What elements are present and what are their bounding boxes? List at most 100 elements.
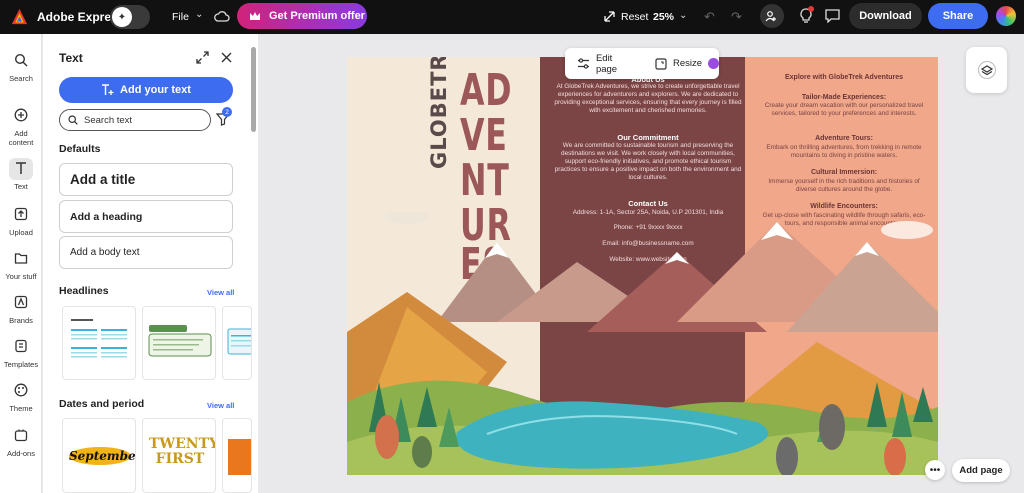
- panel-scrollbar-thumb[interactable]: [251, 47, 256, 132]
- rail-label: Templates: [3, 360, 39, 369]
- globetrek-title[interactable]: GLOBETREK: [427, 57, 451, 169]
- date-template-thumb[interactable]: [222, 418, 252, 493]
- folder-icon: [14, 252, 28, 264]
- add-text-icon: [102, 84, 114, 95]
- resize-label: Resize: [672, 58, 702, 69]
- filter-count-badge: 2: [222, 107, 232, 117]
- adobe-express-logo-icon[interactable]: [11, 8, 28, 25]
- expand-icon[interactable]: [196, 51, 209, 64]
- add-text-label: Add your text: [120, 84, 191, 96]
- headlines-heading: Headlines: [59, 285, 109, 297]
- adventures-line[interactable]: AD: [460, 69, 512, 113]
- rail-label: Your stuff: [5, 272, 37, 281]
- chevron-down-icon[interactable]: ⌄: [195, 9, 203, 20]
- tailor-heading[interactable]: Tailor-Made Experiences:: [759, 94, 929, 101]
- adventure-text[interactable]: Embark on thrilling adventures, from tre…: [759, 144, 929, 160]
- left-rail: Search Add content Text Upload Your stuf…: [0, 34, 42, 493]
- headlines-view-all-link[interactable]: View all: [207, 288, 234, 297]
- rail-item-brands[interactable]: Brands: [0, 292, 42, 325]
- get-premium-button[interactable]: Get Premium offer: [237, 3, 367, 29]
- text-panel: Text Add your text Search text 2 Default…: [43, 34, 258, 493]
- resize-button[interactable]: Resize: [655, 57, 719, 70]
- redo-icon[interactable]: ↷: [731, 9, 742, 25]
- adventure-heading[interactable]: Adventure Tours:: [759, 135, 929, 142]
- layers-button[interactable]: [966, 47, 1007, 93]
- page-actions-toolbar: Edit page Resize: [565, 48, 719, 79]
- tailor-text[interactable]: Create your dream vacation with our pers…: [759, 102, 929, 118]
- rail-label: Brands: [9, 316, 33, 325]
- cloud-shape: [881, 221, 933, 239]
- edit-page-label: Edit page: [595, 52, 618, 75]
- rail-item-add-content[interactable]: Add content: [0, 105, 42, 147]
- rail-item-search[interactable]: Search: [0, 50, 42, 83]
- comment-icon[interactable]: [825, 9, 840, 23]
- resize-icon: [655, 57, 667, 70]
- edit-page-button[interactable]: Edit page: [577, 53, 636, 75]
- more-icon: •••: [929, 464, 941, 476]
- add-page-button[interactable]: Add page: [952, 459, 1010, 482]
- premium-crown-icon: [708, 58, 719, 69]
- rail-item-templates[interactable]: Templates: [0, 336, 42, 369]
- app-switcher-icon: ✦: [112, 7, 132, 27]
- headline-preview-2: [148, 325, 212, 357]
- rail-label: Theme: [9, 404, 33, 413]
- date-preview-block: [228, 439, 251, 475]
- add-your-text-button[interactable]: Add your text: [59, 77, 233, 103]
- text-icon: [16, 161, 26, 174]
- file-menu[interactable]: File: [172, 11, 189, 23]
- rail-item-text[interactable]: Text: [0, 158, 42, 191]
- contact-heading[interactable]: Contact Us: [553, 199, 743, 208]
- search-icon: [68, 115, 78, 125]
- about-text[interactable]: At GlobeTrek Adventures, we strive to cr…: [553, 83, 743, 115]
- add-body-text-card[interactable]: Add a body text: [59, 236, 233, 269]
- rail-item-theme[interactable]: Theme: [0, 380, 42, 413]
- more-options-button[interactable]: •••: [925, 460, 945, 480]
- reset-button[interactable]: Reset: [621, 11, 648, 23]
- commitment-heading[interactable]: Our Commitment: [553, 133, 743, 142]
- defaults-heading: Defaults: [59, 143, 101, 155]
- commitment-text[interactable]: We are committed to sustainable tourism …: [553, 142, 743, 182]
- date-template-thumb[interactable]: September: [62, 418, 136, 493]
- headline-preview-1: [71, 319, 127, 358]
- notification-dot: [808, 6, 814, 12]
- add-title-card[interactable]: Add a title: [59, 163, 233, 196]
- top-bar: Adobe Express ✦ File ⌄ Get Premium offer…: [0, 0, 1024, 34]
- plus-circle-icon: [14, 108, 28, 121]
- rail-item-add-ons[interactable]: Add-ons: [0, 425, 42, 458]
- rail-label: Add content: [8, 129, 34, 147]
- brochure-design[interactable]: GLOBETREK AD VE NT UR ES About Us At Glo…: [347, 57, 938, 475]
- sliders-icon: [577, 58, 589, 69]
- reset-icon[interactable]: [603, 10, 616, 23]
- cloud-icon[interactable]: [214, 9, 230, 23]
- adventures-line[interactable]: NT: [460, 159, 510, 203]
- headline-preview-3: [227, 328, 251, 355]
- mountain-landscape-illustration[interactable]: [347, 212, 938, 475]
- rail-item-your-stuff[interactable]: Your stuff: [0, 248, 42, 281]
- date-template-thumb[interactable]: TWENTY FIRST: [142, 418, 216, 493]
- close-icon[interactable]: [220, 51, 233, 64]
- dates-view-all-link[interactable]: View all: [207, 401, 234, 410]
- rail-item-upload[interactable]: Upload: [0, 204, 42, 237]
- share-button[interactable]: Share: [928, 3, 988, 29]
- app-switcher-toggle[interactable]: ✦: [110, 5, 150, 29]
- cultural-heading[interactable]: Cultural Immersion:: [759, 169, 929, 176]
- headline-template-thumb[interactable]: [142, 306, 216, 380]
- download-button[interactable]: Download: [849, 3, 922, 29]
- search-text-input[interactable]: Search text: [59, 109, 211, 131]
- adventures-line[interactable]: VE: [460, 114, 508, 158]
- user-avatar[interactable]: [996, 6, 1016, 26]
- undo-icon[interactable]: ↶: [704, 9, 715, 25]
- zoom-level[interactable]: 25%: [653, 11, 674, 23]
- panel-title: Text: [59, 51, 83, 65]
- rail-label: Search: [9, 74, 33, 83]
- wildlife-heading[interactable]: Wildlife Encounters:: [759, 203, 929, 210]
- zoom-chevron-down-icon[interactable]: ⌄: [679, 10, 687, 21]
- explore-heading[interactable]: Explore with GlobeTrek Adventures: [759, 74, 929, 81]
- collaborate-button[interactable]: [760, 4, 784, 28]
- cultural-text[interactable]: Immerse yourself in the rich traditions …: [759, 178, 929, 194]
- people-icon: [765, 11, 776, 22]
- add-heading-card[interactable]: Add a heading: [59, 200, 233, 233]
- premium-label: Get Premium offer: [269, 10, 365, 22]
- headline-template-thumb[interactable]: [62, 306, 136, 380]
- headline-template-thumb[interactable]: [222, 306, 252, 380]
